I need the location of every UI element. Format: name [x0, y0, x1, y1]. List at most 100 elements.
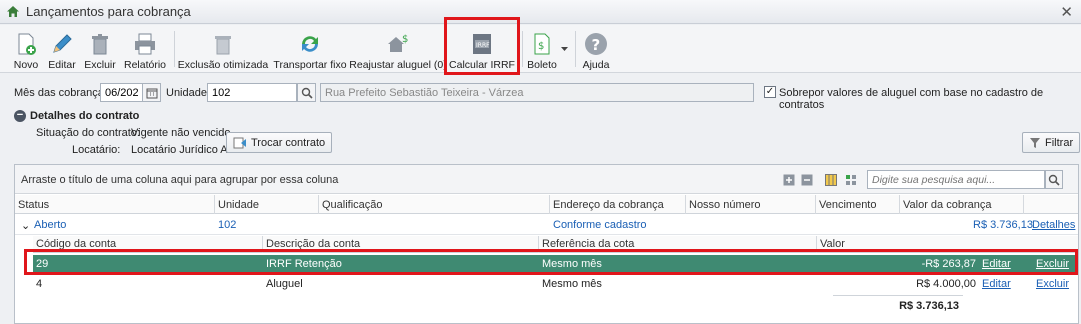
expand-all-icon[interactable]	[783, 174, 795, 186]
window-title: Lançamentos para cobrança	[26, 4, 191, 19]
reajustar-label: Reajustar aluguel (0)	[349, 59, 447, 71]
pencil-icon	[53, 34, 72, 53]
filter-row: Mês das cobranças: Unidade: ✓ Sobrepor v…	[0, 80, 1081, 111]
boleto-dropdown[interactable]	[558, 27, 570, 71]
endereco-field	[320, 83, 754, 102]
column-divider	[318, 195, 319, 214]
svg-text:$: $	[538, 41, 544, 52]
highlight-box-irrf-row	[24, 249, 1078, 275]
sobrepor-checkbox[interactable]: ✓	[764, 86, 776, 98]
highlight-box-calcular-irrf	[444, 17, 520, 75]
detalhes-link[interactable]: Detalhes	[1032, 219, 1075, 231]
transportar-fixo-button[interactable]: Transportar fixo	[272, 27, 348, 71]
group-row-aberto[interactable]: ⌄ Aberto 102 Conforme cadastro R$ 3.736,…	[15, 215, 1078, 235]
novo-label: Novo	[13, 59, 39, 71]
calendar-button[interactable]	[142, 83, 161, 102]
locatario-value: Locatário Jurídico A	[131, 144, 228, 156]
lancamentos-grid: Arraste o título de uma coluna aqui para…	[14, 164, 1079, 324]
detalhes-title: Detalhes do contrato	[30, 110, 140, 122]
boleto-label: Boleto	[527, 59, 557, 71]
novo-button[interactable]: Novo	[10, 27, 42, 71]
trash-icon	[215, 36, 231, 55]
editar-label: Editar	[48, 59, 76, 71]
grid-search-button[interactable]	[1045, 170, 1063, 189]
filtrar-label: Filtrar	[1045, 136, 1074, 149]
row-excluir-link[interactable]: Excluir	[1036, 278, 1069, 290]
unidade-input[interactable]	[207, 83, 297, 102]
trocar-contrato-button[interactable]: Trocar contrato	[226, 132, 333, 153]
relatorio-button[interactable]: Relatório	[124, 27, 166, 71]
unidade-search-button[interactable]	[297, 83, 316, 102]
editar-button[interactable]: Editar	[46, 27, 78, 71]
group-hint: Arraste o título de uma coluna aqui para…	[21, 174, 339, 186]
toolbar-divider	[575, 31, 576, 67]
locatario-label: Locatário:	[72, 144, 121, 156]
column-divider	[214, 195, 215, 214]
detalhes-section-header[interactable]: − Detalhes do contrato	[14, 110, 139, 122]
svg-text:$: $	[402, 34, 408, 45]
col-nosso-numero[interactable]: Nosso número	[689, 199, 761, 211]
search-icon	[1048, 174, 1060, 186]
exclusao-label: Exclusão otimizada	[177, 59, 269, 71]
group-status: Aberto	[34, 219, 67, 231]
trocar-label: Trocar contrato	[251, 136, 326, 149]
excluir-button[interactable]: Excluir	[84, 27, 116, 71]
reajustar-aluguel-button[interactable]: $ Reajustar aluguel (0)	[349, 27, 446, 71]
row-referencia: Mesmo mês	[542, 278, 602, 290]
col-unidade[interactable]: Unidade	[218, 199, 259, 211]
col-qualificacao[interactable]: Qualificação	[322, 199, 383, 211]
mes-input[interactable]	[100, 83, 143, 102]
relatorio-label: Relatório	[123, 59, 167, 71]
table-row[interactable]: 4 Aluguel Mesmo mês R$ 4.000,00 Editar E…	[33, 275, 1078, 293]
boleto-icon: $	[534, 33, 550, 55]
excluir-label: Excluir	[84, 59, 116, 71]
col-status[interactable]: Status	[18, 199, 49, 211]
grid-layout-icon[interactable]	[845, 174, 857, 186]
exclusao-otimizada-button[interactable]: Exclusão otimizada	[177, 27, 269, 71]
column-divider	[549, 195, 550, 214]
ajuda-button[interactable]: ? Ajuda	[581, 27, 611, 71]
row-valor: R$ 4.000,00	[916, 278, 976, 290]
collapse-icon: −	[14, 110, 26, 122]
column-divider	[815, 195, 816, 214]
grid-total: R$ 3.736,13	[833, 295, 963, 315]
column-divider	[685, 195, 686, 214]
col-vencimento[interactable]: Vencimento	[819, 199, 876, 211]
filter-icon	[1030, 137, 1040, 148]
help-icon: ?	[585, 33, 607, 55]
transport-arrows-icon	[302, 36, 318, 52]
search-icon	[301, 87, 313, 99]
filtrar-button[interactable]: Filtrar	[1022, 132, 1081, 153]
group-panel: Arraste o título de uma coluna aqui para…	[15, 165, 1078, 194]
group-endereco: Conforme cadastro	[553, 219, 647, 231]
group-unidade: 102	[218, 219, 237, 231]
col-valor[interactable]: Valor da cobrança	[903, 199, 991, 211]
window-titlebar: Lançamentos para cobrança ✕	[0, 0, 1081, 24]
house-dollar-icon: $	[388, 34, 408, 52]
grid-search-input[interactable]	[867, 170, 1045, 189]
ajuda-label: Ajuda	[582, 59, 610, 71]
columns-icon[interactable]	[825, 174, 837, 186]
home-icon	[7, 6, 19, 17]
transportar-label: Transportar fixo	[273, 59, 347, 71]
toolbar: Novo Editar Excluir Relatório Exclusão o…	[0, 17, 1081, 75]
situacao-label: Situação do contrato:	[36, 127, 140, 139]
swap-contract-icon	[233, 137, 246, 148]
close-icon[interactable]: ✕	[1060, 3, 1073, 21]
chevron-down-icon	[560, 47, 568, 51]
svg-text:?: ?	[592, 36, 601, 54]
sobrepor-label: Sobrepor valores de aluguel com base no …	[779, 87, 1044, 111]
row-codigo: 4	[36, 278, 43, 290]
trash-icon	[92, 34, 108, 55]
toolbar-divider	[174, 31, 175, 67]
row-editar-link[interactable]: Editar	[982, 278, 1011, 290]
new-document-icon	[18, 33, 36, 55]
column-divider	[1023, 195, 1024, 214]
col-endereco[interactable]: Endereço da cobrança	[553, 199, 664, 211]
column-divider	[899, 195, 900, 214]
boleto-button[interactable]: $ Boleto	[527, 27, 557, 71]
grid-header: Status Unidade Qualificação Endereço da …	[15, 195, 1078, 214]
chevron-down-icon[interactable]: ⌄	[21, 219, 30, 232]
collapse-all-icon[interactable]	[801, 174, 813, 186]
unidade-label: Unidade:	[166, 87, 211, 99]
